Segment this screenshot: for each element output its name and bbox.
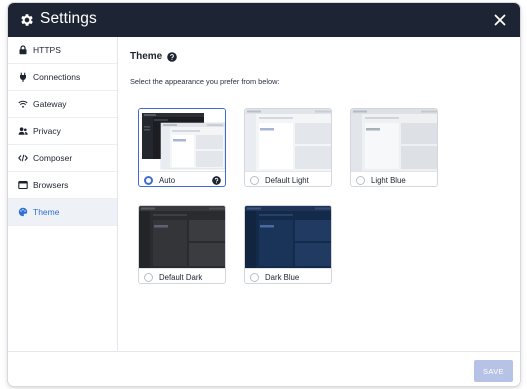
theme-option-default-dark[interactable]: Default Dark: [139, 268, 225, 283]
sidebar-item-connections[interactable]: Connections: [8, 64, 117, 91]
sidebar-item-https[interactable]: HTTPS: [8, 37, 117, 64]
theme-label: Light Blue: [371, 175, 406, 185]
sidebar-item-composer[interactable]: Composer: [8, 145, 117, 172]
sidebar-item-label: Connections: [33, 72, 81, 82]
palette-icon: [18, 207, 28, 217]
radio-button[interactable]: [250, 272, 259, 282]
theme-description: Select the appearance you prefer from be…: [130, 77, 280, 86]
sidebar-item-label: HTTPS: [33, 45, 61, 55]
page-title: Theme: [130, 51, 178, 62]
sidebar-item-browsers[interactable]: Browsers: [8, 172, 117, 199]
help-icon[interactable]: [212, 176, 221, 185]
sidebar-item-label: Privacy: [33, 126, 61, 136]
theme-preview-dark-blue: [245, 206, 331, 268]
close-icon[interactable]: [491, 11, 509, 29]
title-bar: Settings: [8, 3, 520, 37]
settings-sidebar: HTTPS Connections Gateway Privacy Compos…: [8, 37, 118, 351]
theme-preview-default-light: [245, 109, 331, 171]
settings-dialog: Settings HTTPS Connections Gateway Priva…: [8, 3, 520, 386]
radio-button[interactable]: [356, 175, 365, 185]
sidebar-item-gateway[interactable]: Gateway: [8, 91, 117, 118]
sidebar-item-label: Composer: [33, 153, 73, 163]
theme-option-auto[interactable]: Auto: [139, 171, 225, 186]
theme-panel: Theme Select the appearance you prefer f…: [119, 37, 520, 351]
theme-label: Default Dark: [159, 272, 203, 282]
sidebar-item-label: Browsers: [33, 180, 69, 190]
wifi-icon: [18, 100, 28, 108]
users-icon: [18, 127, 28, 135]
help-icon[interactable]: [167, 51, 178, 62]
dialog-title: Settings: [40, 10, 97, 27]
theme-option-light-blue[interactable]: Light Blue: [351, 171, 437, 186]
radio-button-selected[interactable]: [144, 175, 153, 185]
window-icon: [18, 180, 28, 190]
radio-button[interactable]: [144, 272, 153, 282]
lock-icon: [19, 45, 27, 55]
gear-icon: [21, 14, 33, 26]
theme-option-dark-blue[interactable]: Dark Blue: [245, 268, 331, 283]
code-icon: [18, 154, 28, 162]
theme-label: Auto: [159, 175, 176, 185]
sidebar-item-label: Theme: [33, 207, 60, 217]
theme-card-dark-blue[interactable]: Dark Blue: [244, 205, 332, 284]
theme-label: Dark Blue: [265, 272, 300, 282]
theme-preview-light-blue: [351, 109, 437, 171]
theme-option-default-light[interactable]: Default Light: [245, 171, 331, 186]
radio-button[interactable]: [250, 175, 259, 185]
theme-card-default-light[interactable]: Default Light: [244, 108, 332, 187]
sidebar-item-privacy[interactable]: Privacy: [8, 118, 117, 145]
theme-preview-auto: [139, 109, 225, 171]
plug-icon: [20, 72, 26, 82]
page-title-text: Theme: [130, 51, 163, 62]
theme-card-light-blue[interactable]: Light Blue: [350, 108, 438, 187]
theme-preview-default-dark: [139, 206, 225, 268]
sidebar-item-label: Gateway: [33, 99, 67, 109]
sidebar-item-theme[interactable]: Theme: [8, 199, 117, 226]
theme-label: Default Light: [265, 175, 309, 185]
theme-card-auto[interactable]: Auto: [138, 108, 226, 187]
theme-card-default-dark[interactable]: Default Dark: [138, 205, 226, 284]
save-button[interactable]: SAVE: [474, 360, 513, 382]
dialog-footer: SAVE: [8, 351, 520, 386]
